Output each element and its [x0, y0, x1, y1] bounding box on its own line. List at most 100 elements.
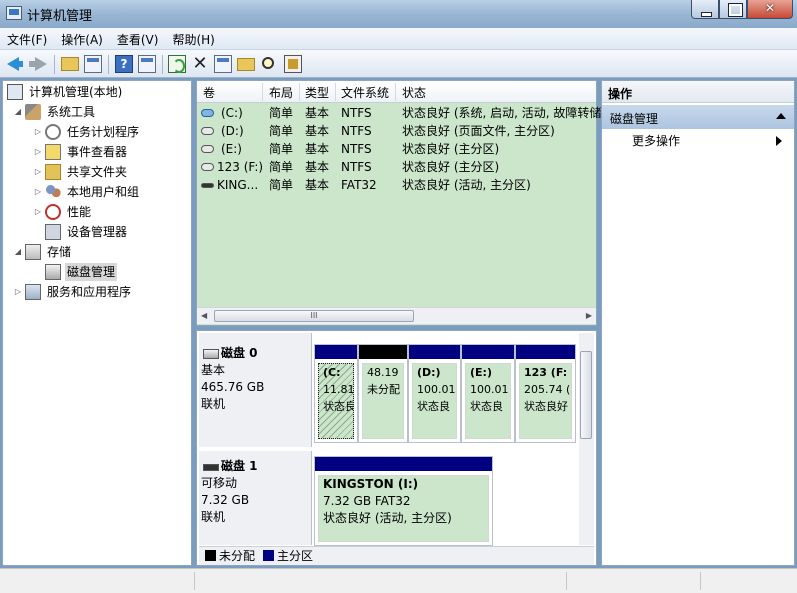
primary-partition-bar	[315, 457, 492, 471]
disk-properties-icon[interactable]	[284, 55, 302, 73]
scrollbar-thumb[interactable]	[580, 351, 592, 439]
show-action-pane-icon[interactable]	[138, 55, 156, 73]
column-filesystem[interactable]: 文件系统	[341, 84, 389, 101]
submenu-arrow-icon[interactable]	[776, 136, 782, 146]
column-separator[interactable]	[335, 83, 336, 101]
volume-icon	[201, 163, 214, 171]
delete-icon[interactable]: ✕	[191, 55, 209, 73]
up-folder-icon[interactable]	[61, 57, 79, 71]
disk-graph-view: 磁盘 0 基本 465.76 GB 联机 (C: 11.81 状态良 48.19…	[196, 330, 597, 566]
horizontal-scrollbar[interactable]: ◀ III ▶	[197, 307, 596, 324]
help-icon[interactable]: ?	[115, 55, 133, 73]
tree-label: 共享文件夹	[67, 165, 128, 179]
properties-icon[interactable]	[214, 55, 232, 73]
users-icon	[45, 184, 61, 200]
table-row[interactable]: (E:) 简单 基本 NTFS 状态良好 (主分区)	[197, 140, 596, 158]
collapsed-arrow-icon[interactable]: ▷	[33, 163, 43, 181]
menu-help[interactable]: 帮助(H)	[165, 28, 221, 51]
collapsed-arrow-icon[interactable]: ▷	[33, 143, 43, 161]
volume-filesystem: FAT32	[341, 178, 377, 192]
table-row[interactable]: (C:) 简单 基本 NTFS 状态良好 (系统, 启动, 活动, 故障转储	[197, 104, 601, 122]
volume-filesystem: NTFS	[341, 124, 372, 138]
partition-e[interactable]: (E:) 100.01 状态良	[461, 344, 515, 443]
actions-section-disk-management[interactable]: 磁盘管理	[602, 105, 794, 129]
partition-status: 未分配	[367, 383, 400, 396]
system-volume-icon	[201, 109, 214, 117]
status-separator	[700, 572, 701, 590]
partition-kingston[interactable]: KINGSTON (I:) 7.32 GB FAT32 状态良好 (活动, 主分…	[314, 456, 493, 546]
search-icon[interactable]	[262, 57, 274, 69]
collapsed-arrow-icon[interactable]: ▷	[33, 123, 43, 141]
partition-size: 205.74 (	[524, 383, 571, 396]
collapsed-arrow-icon[interactable]: ▷	[13, 283, 23, 301]
refresh-icon[interactable]	[168, 55, 186, 73]
column-volume[interactable]: 卷	[203, 84, 215, 101]
menu-action[interactable]: 操作(A)	[54, 28, 110, 51]
column-separator[interactable]	[299, 83, 300, 101]
partition-body: (D:) 100.01 状态良	[412, 363, 457, 439]
table-row[interactable]: (D:) 简单 基本 NTFS 状态良好 (页面文件, 主分区)	[197, 122, 596, 140]
menu-bar: 文件(F) 操作(A) 查看(V) 帮助(H)	[0, 28, 797, 50]
column-type[interactable]: 类型	[305, 84, 329, 101]
menu-file[interactable]: 文件(F)	[0, 28, 54, 51]
partition-d[interactable]: (D:) 100.01 状态良	[408, 344, 461, 443]
column-separator[interactable]	[262, 83, 263, 101]
volume-name: (C:)	[221, 106, 243, 120]
partition-title: (D:)	[417, 366, 441, 379]
collapsed-arrow-icon[interactable]: ▷	[33, 183, 43, 201]
partition-unallocated[interactable]: 48.19 未分配	[358, 344, 408, 443]
collapse-up-icon[interactable]	[776, 113, 786, 119]
scroll-right-icon[interactable]: ▶	[586, 311, 592, 320]
table-row[interactable]: 123 (F:) 简单 基本 NTFS 状态良好 (主分区)	[197, 158, 596, 176]
volume-layout: 简单	[269, 124, 294, 138]
menu-view[interactable]: 查看(V)	[110, 28, 166, 51]
volume-status: 状态良好 (主分区)	[402, 160, 500, 174]
show-hide-tree-icon[interactable]	[84, 55, 102, 73]
tree-label: 事件查看器	[67, 145, 128, 159]
scrollbar-thumb[interactable]: III	[214, 310, 414, 322]
partition-size: 7.32 GB FAT32	[323, 494, 411, 508]
maximize-button[interactable]	[719, 0, 747, 19]
tree-label: 计算机管理(本地)	[29, 85, 123, 99]
disk-type: 基本	[201, 363, 226, 377]
column-status[interactable]: 状态	[402, 84, 426, 101]
performance-icon	[45, 204, 61, 220]
expanded-arrow-icon[interactable]: ◢	[13, 243, 23, 261]
partition-size: 100.01	[470, 383, 509, 396]
volume-status: 状态良好 (活动, 主分区)	[402, 178, 531, 192]
legend: 未分配 主分区	[199, 546, 594, 565]
clock-icon	[45, 124, 61, 140]
primary-partition-bar	[315, 345, 357, 359]
more-actions-item[interactable]: 更多操作	[632, 132, 680, 149]
services-icon	[25, 284, 41, 300]
volume-list-header: 卷 布局 类型 文件系统 状态	[197, 81, 596, 103]
minimize-button[interactable]	[691, 0, 719, 19]
partition-body: (C: 11.81 状态良	[318, 363, 354, 439]
volume-type: 基本	[305, 178, 330, 192]
partition-c[interactable]: (C: 11.81 状态良	[314, 344, 358, 443]
volume-layout: 简单	[269, 160, 294, 174]
table-row[interactable]: KING... 简单 基本 FAT32 状态良好 (活动, 主分区)	[197, 176, 596, 194]
scroll-left-icon[interactable]: ◀	[201, 311, 207, 320]
column-separator[interactable]	[395, 83, 396, 101]
volume-icon	[201, 127, 214, 135]
volume-layout: 简单	[269, 178, 294, 192]
column-layout[interactable]: 布局	[269, 84, 293, 101]
vertical-scrollbar[interactable]	[579, 333, 594, 545]
primary-partition-bar	[516, 345, 575, 359]
primary-partition-bar	[462, 345, 514, 359]
actions-pane: 操作 磁盘管理 更多操作	[601, 80, 795, 566]
disk-status: 联机	[201, 397, 226, 411]
legend-primary: 主分区	[277, 549, 314, 563]
disk-size: 7.32 GB	[201, 493, 250, 507]
toolbar: ? ✕	[0, 50, 797, 78]
forward-icon[interactable]	[29, 55, 47, 73]
device-manager-icon	[45, 224, 61, 240]
close-button[interactable]: ✕	[747, 0, 793, 19]
partition-f[interactable]: 123 (F: 205.74 ( 状态良好	[515, 344, 576, 443]
expanded-arrow-icon[interactable]: ◢	[13, 103, 23, 121]
collapsed-arrow-icon[interactable]: ▷	[33, 203, 43, 221]
tree-label: 磁盘管理	[65, 263, 118, 281]
open-folder-icon[interactable]	[237, 58, 255, 71]
back-icon[interactable]	[7, 55, 25, 73]
